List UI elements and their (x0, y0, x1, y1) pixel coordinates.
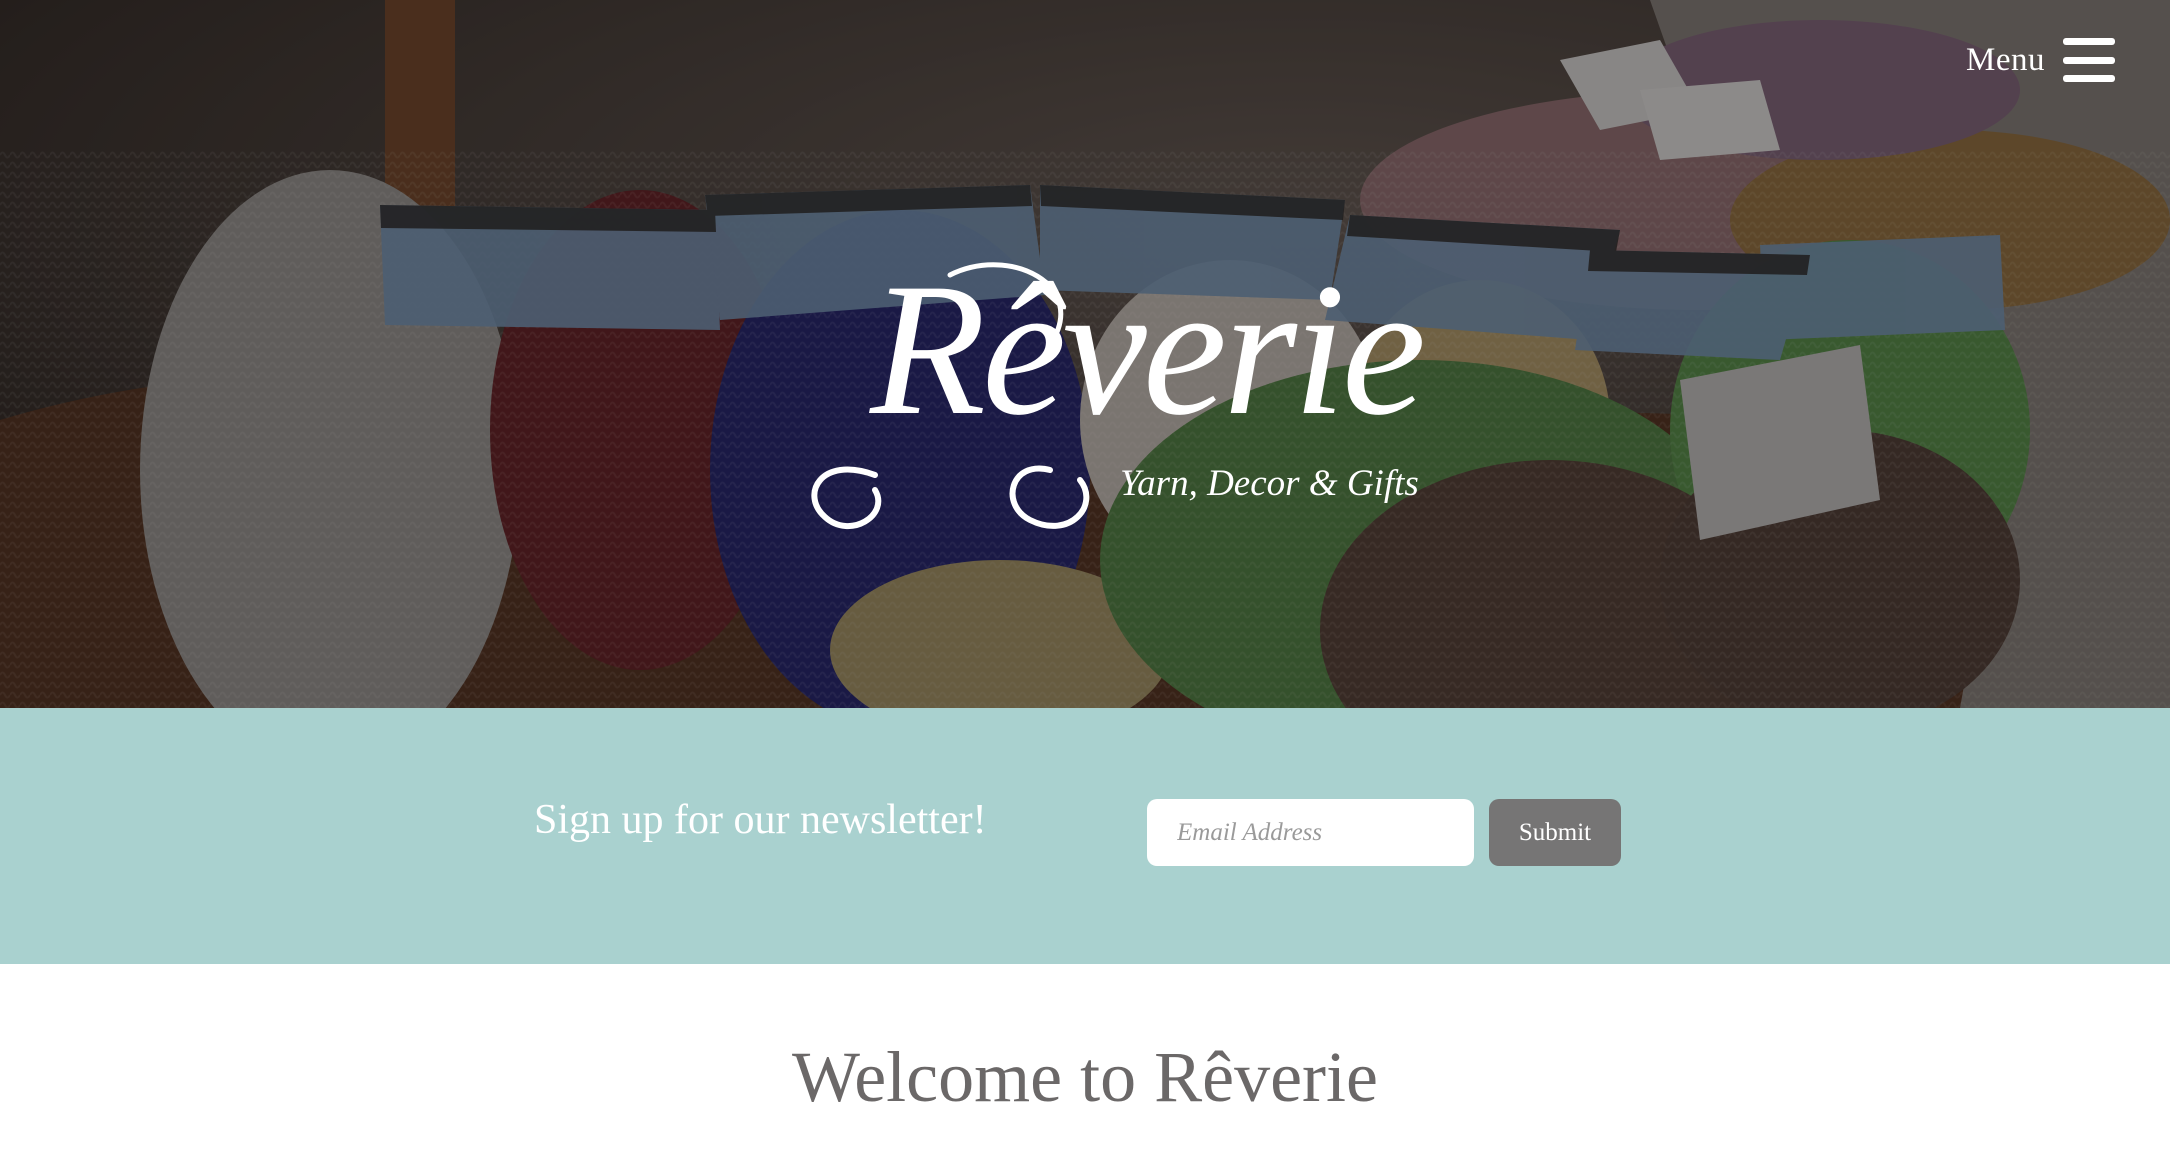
newsletter-heading: Sign up for our newsletter! (534, 797, 987, 843)
hamburger-menu-icon[interactable] (2063, 38, 2115, 82)
newsletter-section: Sign up for our newsletter! Submit (0, 708, 2170, 964)
logo-tagline: Yarn, Decor & Gifts (1120, 463, 1419, 504)
logo-wordmark: Rêverie (870, 245, 1426, 455)
menu-toggle[interactable]: Menu (1966, 38, 2115, 82)
menu-label: Menu (1966, 41, 2045, 78)
site-logo[interactable]: Rêverie Yarn, Decor & Gifts (780, 245, 1426, 555)
hero-banner: Menu Rêverie Yarn, Decor & Gifts (0, 0, 2170, 708)
submit-button[interactable]: Submit (1489, 799, 1621, 866)
email-field[interactable] (1147, 799, 1474, 866)
page-title: Welcome to Rêverie (792, 1037, 1378, 1117)
welcome-section: Welcome to Rêverie (0, 964, 2170, 1162)
